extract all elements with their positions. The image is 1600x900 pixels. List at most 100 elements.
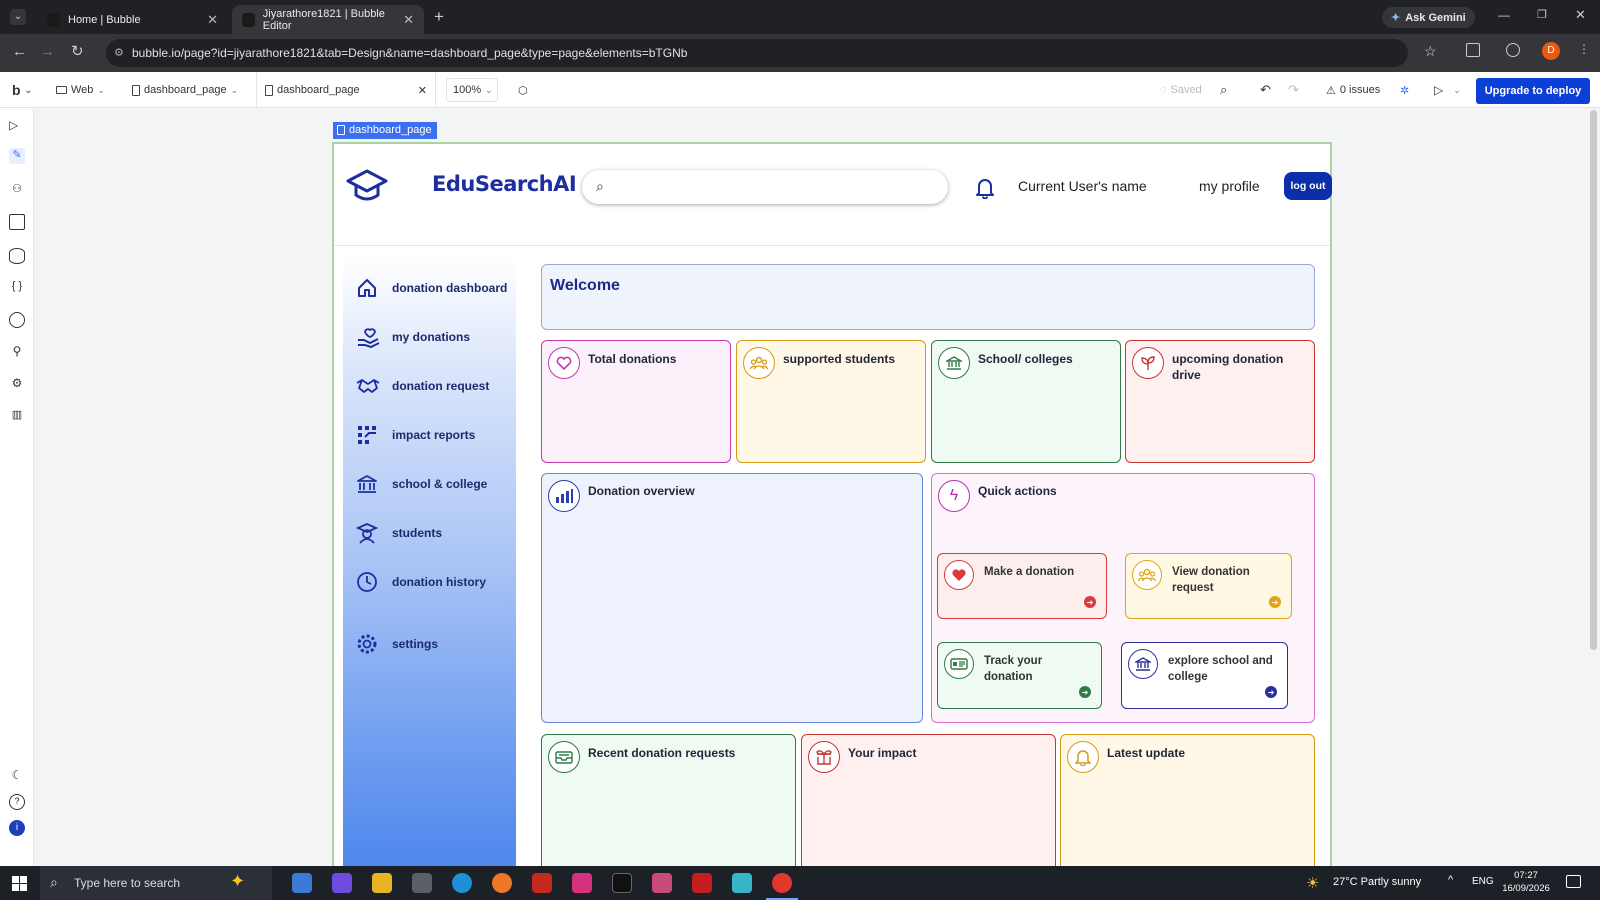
copilot-app-icon[interactable] — [332, 873, 352, 893]
search-icon: ⌕ — [50, 874, 58, 890]
moon-icon[interactable]: ☾ — [9, 768, 25, 784]
quick-action-tile[interactable]: explore school and college ➜ — [1121, 642, 1288, 709]
sidebar-item-donation-history[interactable]: donation history — [356, 569, 486, 595]
bottom-card[interactable]: Recent donation requests — [541, 734, 796, 874]
tab-search-button[interactable]: ⌄ — [10, 9, 26, 25]
search-input[interactable]: ⌕ — [582, 170, 948, 204]
data-table-icon[interactable] — [9, 214, 25, 230]
bottom-card[interactable]: Your impact — [801, 734, 1056, 874]
downloads-icon[interactable] — [1506, 43, 1520, 57]
bottom-card[interactable]: Latest update — [1060, 734, 1315, 874]
sidebar-item-my-donations[interactable]: my donations — [356, 324, 470, 350]
code-braces-icon[interactable]: { } — [9, 280, 25, 296]
arrow-right-icon[interactable]: ➜ — [1079, 686, 1091, 698]
profile-avatar[interactable]: D — [1542, 42, 1560, 60]
file-explorer-icon[interactable] — [372, 873, 392, 893]
weather-text[interactable]: 27°C Partly sunny — [1333, 876, 1421, 888]
close-window-button[interactable]: ✕ — [1575, 7, 1586, 23]
taskbar-search[interactable]: ⌕ Type here to search ✦ — [40, 866, 272, 900]
browser-menu-icon[interactable]: ⋮ — [1578, 42, 1590, 56]
bookmark-star-icon[interactable]: ☆ — [1424, 43, 1437, 60]
notification-bell-icon[interactable] — [976, 177, 994, 199]
page-element-label[interactable]: dashboard_page — [333, 122, 437, 139]
help-icon[interactable]: ? — [9, 794, 25, 810]
sidebar-item-donation-dashboard[interactable]: donation dashboard — [356, 275, 507, 301]
page-dropdown[interactable]: dashboard_page ⌄ — [132, 72, 238, 108]
ask-gemini-button[interactable]: ✦ Ask Gemini — [1382, 7, 1475, 28]
search-icon[interactable]: ⌕ — [1220, 72, 1227, 108]
quick-action-tile[interactable]: Make a donation ➜ — [937, 553, 1107, 619]
database-icon[interactable] — [9, 248, 25, 264]
canvas-scrollbar[interactable] — [1590, 110, 1597, 650]
restore-window-button[interactable]: ❐ — [1537, 8, 1547, 21]
mail-app-icon[interactable] — [292, 873, 312, 893]
chrome-app-icon[interactable] — [772, 873, 792, 893]
undo-icon[interactable]: ↶ — [1260, 72, 1271, 108]
stat-card[interactable]: Total donations — [541, 340, 731, 463]
stat-card[interactable]: upcoming donation drive — [1125, 340, 1315, 463]
sidebar-item-school-college[interactable]: school & college — [356, 471, 487, 497]
windows-start-icon[interactable] — [12, 876, 27, 891]
reload-icon[interactable]: ↻ — [71, 42, 84, 60]
redo-icon[interactable]: ↷ — [1288, 72, 1299, 108]
store-app-icon[interactable] — [412, 873, 432, 893]
sidebar-item-impact-reports[interactable]: impact reports — [356, 422, 475, 448]
sidebar-item-students[interactable]: students — [356, 520, 442, 546]
extensions-icon[interactable] — [1466, 43, 1480, 57]
tab-bubble-editor[interactable]: Jiyarathore1821 | Bubble Editor ✕ — [232, 5, 424, 34]
instagram-app-icon[interactable] — [572, 873, 592, 893]
open-page-tab[interactable]: dashboard_page ✕ — [256, 72, 436, 108]
new-tab-button[interactable]: + — [434, 7, 444, 27]
info-icon[interactable]: i — [9, 820, 25, 836]
edge-app-icon[interactable] — [452, 873, 472, 893]
close-tab-icon[interactable]: ✕ — [207, 12, 218, 28]
close-page-tab-icon[interactable]: ✕ — [418, 84, 427, 97]
my-profile-link[interactable]: my profile — [1199, 178, 1260, 194]
back-icon[interactable]: ← — [12, 43, 27, 60]
notes-app-icon[interactable] — [732, 873, 752, 893]
autocad-app-icon[interactable] — [692, 873, 712, 893]
design-pencil-icon[interactable]: ✎ — [9, 148, 25, 164]
tab-home-bubble[interactable]: Home | Bubble ✕ — [36, 5, 228, 34]
arrow-right-icon[interactable]: ➜ — [1084, 596, 1096, 608]
workflow-icon[interactable]: ⚇ — [9, 182, 25, 198]
preview-button[interactable]: ▷ ⌄ — [1434, 72, 1461, 108]
settings-icon[interactable]: ⚙ — [9, 376, 25, 392]
plugins-icon[interactable]: ⚲ — [9, 344, 25, 360]
brand-name[interactable]: EduSearchAI — [432, 172, 577, 196]
minimize-window-button[interactable]: — — [1498, 8, 1510, 22]
logs-chart-icon[interactable]: ▥ — [9, 408, 25, 424]
firefox-app-icon[interactable] — [492, 873, 512, 893]
sidebar-item-donation-request[interactable]: donation request — [356, 373, 489, 399]
quick-action-title: Track your donation — [984, 655, 1043, 683]
url-field[interactable]: ⚙ bubble.io/page?id=jiyarathore1821&tab=… — [106, 39, 1408, 67]
photos-app-icon[interactable] — [652, 873, 672, 893]
arrow-right-icon[interactable]: ➜ — [1265, 686, 1277, 698]
arrow-right-icon[interactable]: ➜ — [1269, 596, 1281, 608]
debugger-icon[interactable]: ✲ — [1400, 72, 1409, 108]
stat-card[interactable]: School/ colleges — [931, 340, 1121, 463]
clock[interactable]: 07:27 16/09/2026 — [1500, 869, 1552, 895]
chevron-up-icon[interactable]: ^ — [1448, 874, 1453, 886]
logout-button[interactable]: log out — [1284, 172, 1332, 200]
sidebar-item-settings[interactable]: settings — [356, 631, 438, 657]
notifications-icon[interactable] — [1566, 875, 1581, 888]
issues-indicator[interactable]: ⚠ 0 issues — [1326, 72, 1380, 108]
language-indicator[interactable]: ENG — [1472, 876, 1494, 887]
upgrade-to-deploy-button[interactable]: Upgrade to deploy — [1476, 78, 1590, 104]
platform-dropdown[interactable]: Web ⌄ — [56, 72, 105, 108]
bubble-logo-menu[interactable]: b ⌄ — [12, 72, 32, 108]
close-tab-icon[interactable]: ✕ — [403, 12, 414, 28]
terminal-app-icon[interactable] — [612, 873, 632, 893]
globe-icon[interactable] — [9, 312, 25, 328]
site-info-icon[interactable]: ⚙ — [114, 39, 124, 67]
zoom-dropdown[interactable]: 100% ⌄ — [446, 78, 498, 102]
play-icon[interactable]: ▷ — [9, 118, 25, 134]
cube-icon[interactable]: ⬡ — [518, 72, 528, 108]
chevron-down-icon: ⌄ — [97, 84, 105, 95]
quick-action-tile[interactable]: View donation request ➜ — [1125, 553, 1292, 619]
stat-card[interactable]: supported students — [736, 340, 926, 463]
acrobat-app-icon[interactable] — [532, 873, 552, 893]
forward-icon[interactable]: → — [40, 43, 55, 60]
quick-action-tile[interactable]: Track your donation ➜ — [937, 642, 1102, 709]
